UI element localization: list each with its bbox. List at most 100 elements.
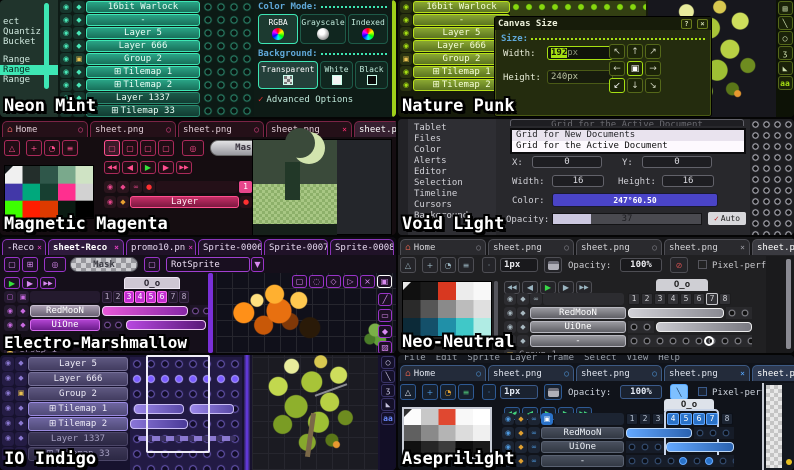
- circle-select-icon[interactable]: ◌: [309, 275, 324, 288]
- tab-sheet[interactable]: sheet.png○: [488, 365, 574, 381]
- lock-icon[interactable]: ◆: [515, 455, 527, 467]
- gradient-icon[interactable]: ≡: [458, 384, 474, 400]
- marquee-tool-icon[interactable]: ▢: [158, 140, 174, 156]
- frame-cells[interactable]: [202, 1, 254, 116]
- menu-frame[interactable]: Frame: [547, 355, 574, 363]
- frame-7[interactable]: 7: [168, 291, 178, 303]
- marquee-tool-icon[interactable]: ▢: [140, 140, 156, 156]
- layer-name[interactable]: Layer 5: [86, 27, 200, 39]
- eye-icon[interactable]: ◉: [60, 1, 72, 13]
- contour-icon[interactable]: ◔: [440, 257, 456, 273]
- anchor-left-button[interactable]: ←: [609, 61, 625, 76]
- chevron-down-icon[interactable]: ▼: [251, 257, 264, 272]
- layer-name[interactable]: Layer: [130, 196, 239, 208]
- layer-name[interactable]: UiOne: [30, 319, 100, 331]
- grayscale-button[interactable]: Grayscale: [300, 14, 346, 44]
- lock-icon[interactable]: ◆: [17, 319, 29, 331]
- frame-8[interactable]: 8: [179, 291, 189, 303]
- curve-tool-icon[interactable]: ʒ: [778, 46, 793, 60]
- sidebar-item-selection[interactable]: Selection: [408, 178, 496, 189]
- lock-icon[interactable]: ◆: [73, 27, 85, 39]
- brush-dot-icon[interactable]: ·: [482, 257, 496, 273]
- timeline-selection-rect[interactable]: [146, 355, 210, 453]
- magic-select-icon[interactable]: ×: [360, 275, 375, 288]
- contour-icon[interactable]: ◔: [44, 140, 60, 156]
- frame-cells[interactable]: [626, 441, 664, 453]
- layer-name[interactable]: RedMooN: [530, 307, 626, 319]
- sidebar-item-cursors[interactable]: Cursors: [408, 200, 496, 211]
- marquee-icon[interactable]: ▢: [4, 257, 20, 272]
- eye-icon[interactable]: ◉: [2, 432, 14, 446]
- prev-frame-button[interactable]: ◀: [122, 161, 138, 174]
- dither-tool-icon[interactable]: ▨: [378, 341, 392, 353]
- tab-sprite-0007[interactable]: Sprite-0007×: [264, 239, 328, 255]
- transparent-button[interactable]: Transparent: [258, 61, 318, 89]
- tab-sheet[interactable]: sheet.png○: [90, 121, 176, 137]
- menu-item-selected[interactable]: Range: [0, 65, 58, 75]
- wand-select-icon[interactable]: ▷: [343, 275, 358, 288]
- eye-icon[interactable]: ◉: [4, 319, 16, 331]
- black-button[interactable]: Black: [355, 61, 388, 89]
- tab-close-icon[interactable]: ○: [166, 125, 171, 134]
- brush-dot-icon[interactable]: ·: [482, 384, 496, 400]
- plus-icon[interactable]: +: [422, 384, 438, 400]
- tab-close-icon[interactable]: ×: [342, 125, 347, 134]
- eye-icon[interactable]: ◉: [2, 357, 14, 371]
- lock-icon[interactable]: ◆: [15, 357, 27, 371]
- eye-icon[interactable]: ◉: [104, 181, 116, 193]
- lock-icon[interactable]: ◆: [517, 293, 529, 305]
- frame-3[interactable]: 3: [124, 291, 134, 303]
- white-button[interactable]: White: [320, 61, 353, 89]
- menu-layer[interactable]: Layer: [510, 355, 537, 363]
- anchor-bottom-left-button[interactable]: ↙: [609, 78, 625, 93]
- eye-icon[interactable]: ◉: [504, 293, 516, 305]
- frame-cells[interactable]: [102, 319, 124, 331]
- frame-5[interactable]: 5: [680, 293, 692, 305]
- menu-item[interactable]: Range: [0, 75, 58, 85]
- group-name[interactable]: Group 2: [86, 53, 200, 65]
- tab-home[interactable]: ⌂Home○: [400, 365, 486, 381]
- anchor-center-button[interactable]: ▣: [627, 61, 643, 76]
- folder-icon[interactable]: ▣: [15, 387, 27, 401]
- sidebar-item-color[interactable]: Color: [408, 145, 496, 156]
- height-input[interactable]: 240px: [547, 70, 613, 84]
- frame-2[interactable]: 2: [641, 293, 653, 305]
- palette-scrollbar[interactable]: [494, 281, 498, 337]
- menu-item[interactable]: ect: [0, 17, 58, 27]
- tilemap-name[interactable]: ⊞Tilemap 2: [28, 417, 128, 431]
- layer-name[interactable]: -: [530, 335, 626, 347]
- height-input[interactable]: 16: [662, 175, 714, 187]
- tab-close-icon[interactable]: ×: [37, 243, 42, 252]
- lock-icon[interactable]: ◆: [15, 432, 27, 446]
- lock-icon[interactable]: ◆: [73, 66, 85, 78]
- sparkle-icon[interactable]: ◎: [182, 140, 204, 156]
- frame-cells[interactable]: [628, 321, 654, 333]
- play-button[interactable]: ▶: [4, 277, 20, 289]
- frame-7[interactable]: 7: [706, 413, 718, 425]
- tab-sheet[interactable]: sheet.png○: [576, 239, 662, 255]
- tab-close-icon[interactable]: ○: [78, 125, 83, 134]
- opacity-input[interactable]: 100%: [620, 258, 662, 272]
- frame-cells[interactable]: [726, 307, 752, 319]
- filled-cel-dot[interactable]: [679, 457, 687, 465]
- pixel-perfect-checkbox[interactable]: [698, 387, 707, 396]
- curve-tool-icon[interactable]: ʒ: [381, 384, 395, 397]
- anchor-top-right-button[interactable]: ↗: [645, 44, 661, 59]
- next-frame-button[interactable]: ▶: [158, 161, 174, 174]
- tab-promo10[interactable]: promo10.pn×: [126, 239, 196, 255]
- brush-size-input[interactable]: 1px: [500, 258, 538, 272]
- eye-icon[interactable]: ◉: [104, 196, 116, 208]
- eye-icon[interactable]: ◉: [60, 79, 72, 91]
- menu-view[interactable]: View: [627, 355, 649, 363]
- lock-icon[interactable]: ◆: [517, 321, 529, 333]
- canvas[interactable]: ▢ ◌ ◇ ▷ × ▣ ╱ ▭ ◆ ▨: [216, 273, 396, 353]
- canvas-artwork[interactable]: [252, 139, 392, 235]
- eye-icon[interactable]: ◉: [60, 66, 72, 78]
- gradient-icon[interactable]: ≡: [62, 140, 78, 156]
- frame-8[interactable]: 8: [719, 293, 731, 305]
- tab-close-icon[interactable]: ×: [114, 243, 119, 252]
- next-frame-button[interactable]: ▶: [22, 277, 38, 289]
- forward-button[interactable]: ▶▶: [176, 161, 192, 174]
- menu-item[interactable]: Range: [0, 55, 58, 65]
- contour-icon[interactable]: ◔: [440, 384, 456, 400]
